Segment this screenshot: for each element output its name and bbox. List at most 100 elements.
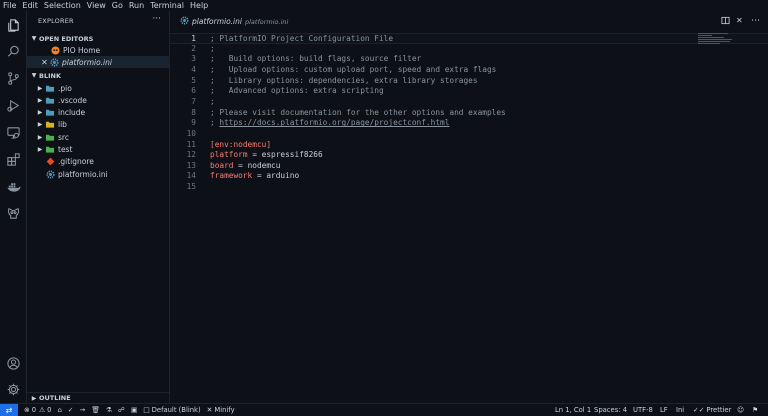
prettier-status[interactable]: ✓✓ Prettier xyxy=(693,406,731,414)
code-line[interactable]: 6 ; Advanced options: extra scripting xyxy=(170,86,768,97)
docs-link[interactable]: https://docs.platformio.org/page/project… xyxy=(219,118,449,127)
folder-icon xyxy=(45,83,55,93)
code-line[interactable]: 8 ; Please visit documentation for the ot… xyxy=(170,108,768,119)
code-line[interactable]: 14 framework = arduino xyxy=(170,171,768,182)
tree-folder[interactable]: ▶ include xyxy=(27,107,170,119)
menu-edit[interactable]: Edit xyxy=(22,0,38,11)
feedback-icon[interactable]: ☺ xyxy=(737,406,744,414)
folder-icon xyxy=(45,120,55,130)
menu-go[interactable]: Go xyxy=(112,0,123,11)
account-icon[interactable] xyxy=(5,355,22,372)
menu-view[interactable]: View xyxy=(87,0,106,11)
open-editor-item-active[interactable]: ✕ platformio.ini xyxy=(27,56,170,68)
menu-selection[interactable]: Selection xyxy=(44,0,81,11)
files-icon[interactable] xyxy=(5,17,22,34)
menu-terminal[interactable]: Terminal xyxy=(150,0,184,11)
code-editor[interactable]: 1; PlatformIO Project Configuration File… xyxy=(170,33,768,403)
end-of-line[interactable]: LF xyxy=(660,406,668,414)
code-line[interactable]: 15 xyxy=(170,182,768,193)
code-line[interactable]: 7; xyxy=(170,97,768,108)
pio-serial-monitor-icon[interactable]: ☍ xyxy=(118,406,125,414)
extensions-icon[interactable] xyxy=(5,151,22,168)
tree-folder[interactable]: ▶ test xyxy=(27,144,170,156)
code-line[interactable]: 1; PlatformIO Project Configuration File xyxy=(170,33,768,44)
minify-button[interactable]: ✕ Minify xyxy=(207,406,235,414)
encoding[interactable]: UTF-8 xyxy=(633,406,653,414)
git-icon xyxy=(45,157,55,167)
split-editor-icon[interactable] xyxy=(721,16,730,28)
notifications-bell-icon[interactable]: ⚑ xyxy=(752,406,758,414)
code-line[interactable]: 10 xyxy=(170,129,768,140)
run-debug-icon[interactable] xyxy=(5,97,22,114)
code-line[interactable]: 3 ; Build options: build flags, source fi… xyxy=(170,54,768,65)
menu-run[interactable]: Run xyxy=(129,0,144,11)
platformio-icon xyxy=(50,45,60,55)
menu-file[interactable]: File xyxy=(3,0,16,11)
project-env-switcher[interactable]: □ Default (Blink) xyxy=(143,406,200,414)
search-icon[interactable] xyxy=(5,43,22,60)
folder-icon xyxy=(45,108,55,118)
warning-count: 0 xyxy=(47,406,52,414)
ini-value: = espressif8266 xyxy=(247,150,323,160)
line-number: 8 xyxy=(191,107,196,117)
minimap[interactable] xyxy=(698,33,758,45)
tree-file[interactable]: platformio.ini xyxy=(27,168,170,180)
more-actions-icon[interactable]: ⋯ xyxy=(751,16,760,26)
minify-label: Minify xyxy=(214,406,235,414)
tree-folder[interactable]: ▶ .pio xyxy=(27,82,170,94)
code-line[interactable]: 2; xyxy=(170,44,768,55)
cursor-position[interactable]: Ln 1, Col 1 xyxy=(555,406,591,414)
close-icon[interactable]: ✕ xyxy=(40,58,49,67)
outline-section[interactable]: ▶ OUTLINE xyxy=(27,392,170,403)
ini-section: [env:nodemcu] xyxy=(210,139,272,149)
open-editor-item[interactable]: PIO Home xyxy=(27,44,170,56)
pio-terminal-icon[interactable]: ▣ xyxy=(131,406,137,414)
tree-item-label: src xyxy=(58,132,69,142)
remote-explorer-icon[interactable] xyxy=(5,124,22,141)
open-editor-label: platformio.ini xyxy=(62,57,112,67)
ini-key: framework xyxy=(210,171,253,181)
tree-file[interactable]: .gitignore xyxy=(27,156,170,168)
code-line[interactable]: 4 ; Upload options: custom upload port, s… xyxy=(170,65,768,76)
language-mode[interactable]: Ini xyxy=(676,406,684,414)
pio-build-icon[interactable]: ✓ xyxy=(68,406,74,414)
tree-item-label: lib xyxy=(58,120,67,130)
line-number: 5 xyxy=(191,75,196,85)
line-number: 2 xyxy=(191,43,196,53)
remote-indicator-icon[interactable]: ⇄ xyxy=(0,403,18,416)
chevron-right-icon: ▶ xyxy=(37,84,43,92)
tree-folder[interactable]: ▶ src xyxy=(27,131,170,143)
tree-item-label: .pio xyxy=(58,83,72,93)
settings-gear-icon[interactable] xyxy=(5,381,22,398)
chevron-down-icon: ▼ xyxy=(31,35,37,42)
platformio-icon[interactable] xyxy=(5,205,22,222)
workspace-section[interactable]: ▼ BLINK xyxy=(27,70,170,81)
problems-indicator[interactable]: ⊗ 0 ⚠ 0 xyxy=(24,406,51,414)
pio-test-icon[interactable]: ⚗ xyxy=(106,406,112,414)
tab-platformio-ini[interactable]: platformio.ini platformio.ini xyxy=(180,16,288,27)
indentation[interactable]: Spaces: 4 xyxy=(594,406,627,414)
tree-folder[interactable]: ▶ .vscode xyxy=(27,94,170,106)
code-line[interactable]: 13 board = nodemcu xyxy=(170,161,768,172)
code-line[interactable]: 11 [env:nodemcu] xyxy=(170,140,768,151)
code-line[interactable]: 9; https://docs.platformio.org/page/proj… xyxy=(170,118,768,129)
tree-folder[interactable]: ▶ lib xyxy=(27,119,170,131)
activity-bar xyxy=(0,11,27,403)
menu-help[interactable]: Help xyxy=(190,0,208,11)
pio-home-icon[interactable]: ⌂ xyxy=(57,406,61,414)
line-number: 9 xyxy=(191,118,196,128)
pio-upload-icon[interactable]: → xyxy=(79,406,85,414)
ini-value: = arduino xyxy=(252,171,300,181)
code-text: ; PlatformIO Project Configuration File xyxy=(210,34,394,43)
open-editors-section[interactable]: ▼ OPEN EDITORS xyxy=(27,33,170,44)
line-number: 10 xyxy=(186,128,196,138)
close-editor-icon[interactable]: ✕ xyxy=(736,16,743,25)
source-control-icon[interactable] xyxy=(5,70,22,87)
code-line[interactable]: 5 ; Library options: dependencies, extra … xyxy=(170,76,768,87)
open-editors-label: OPEN EDITORS xyxy=(39,34,94,43)
docker-icon[interactable] xyxy=(5,178,22,195)
line-number: 14 xyxy=(186,171,196,181)
code-line[interactable]: 12 platform = espressif8266 xyxy=(170,150,768,161)
pio-clean-icon[interactable]: 🗑 xyxy=(91,406,100,414)
explorer-more-button[interactable]: ··· xyxy=(152,14,161,24)
